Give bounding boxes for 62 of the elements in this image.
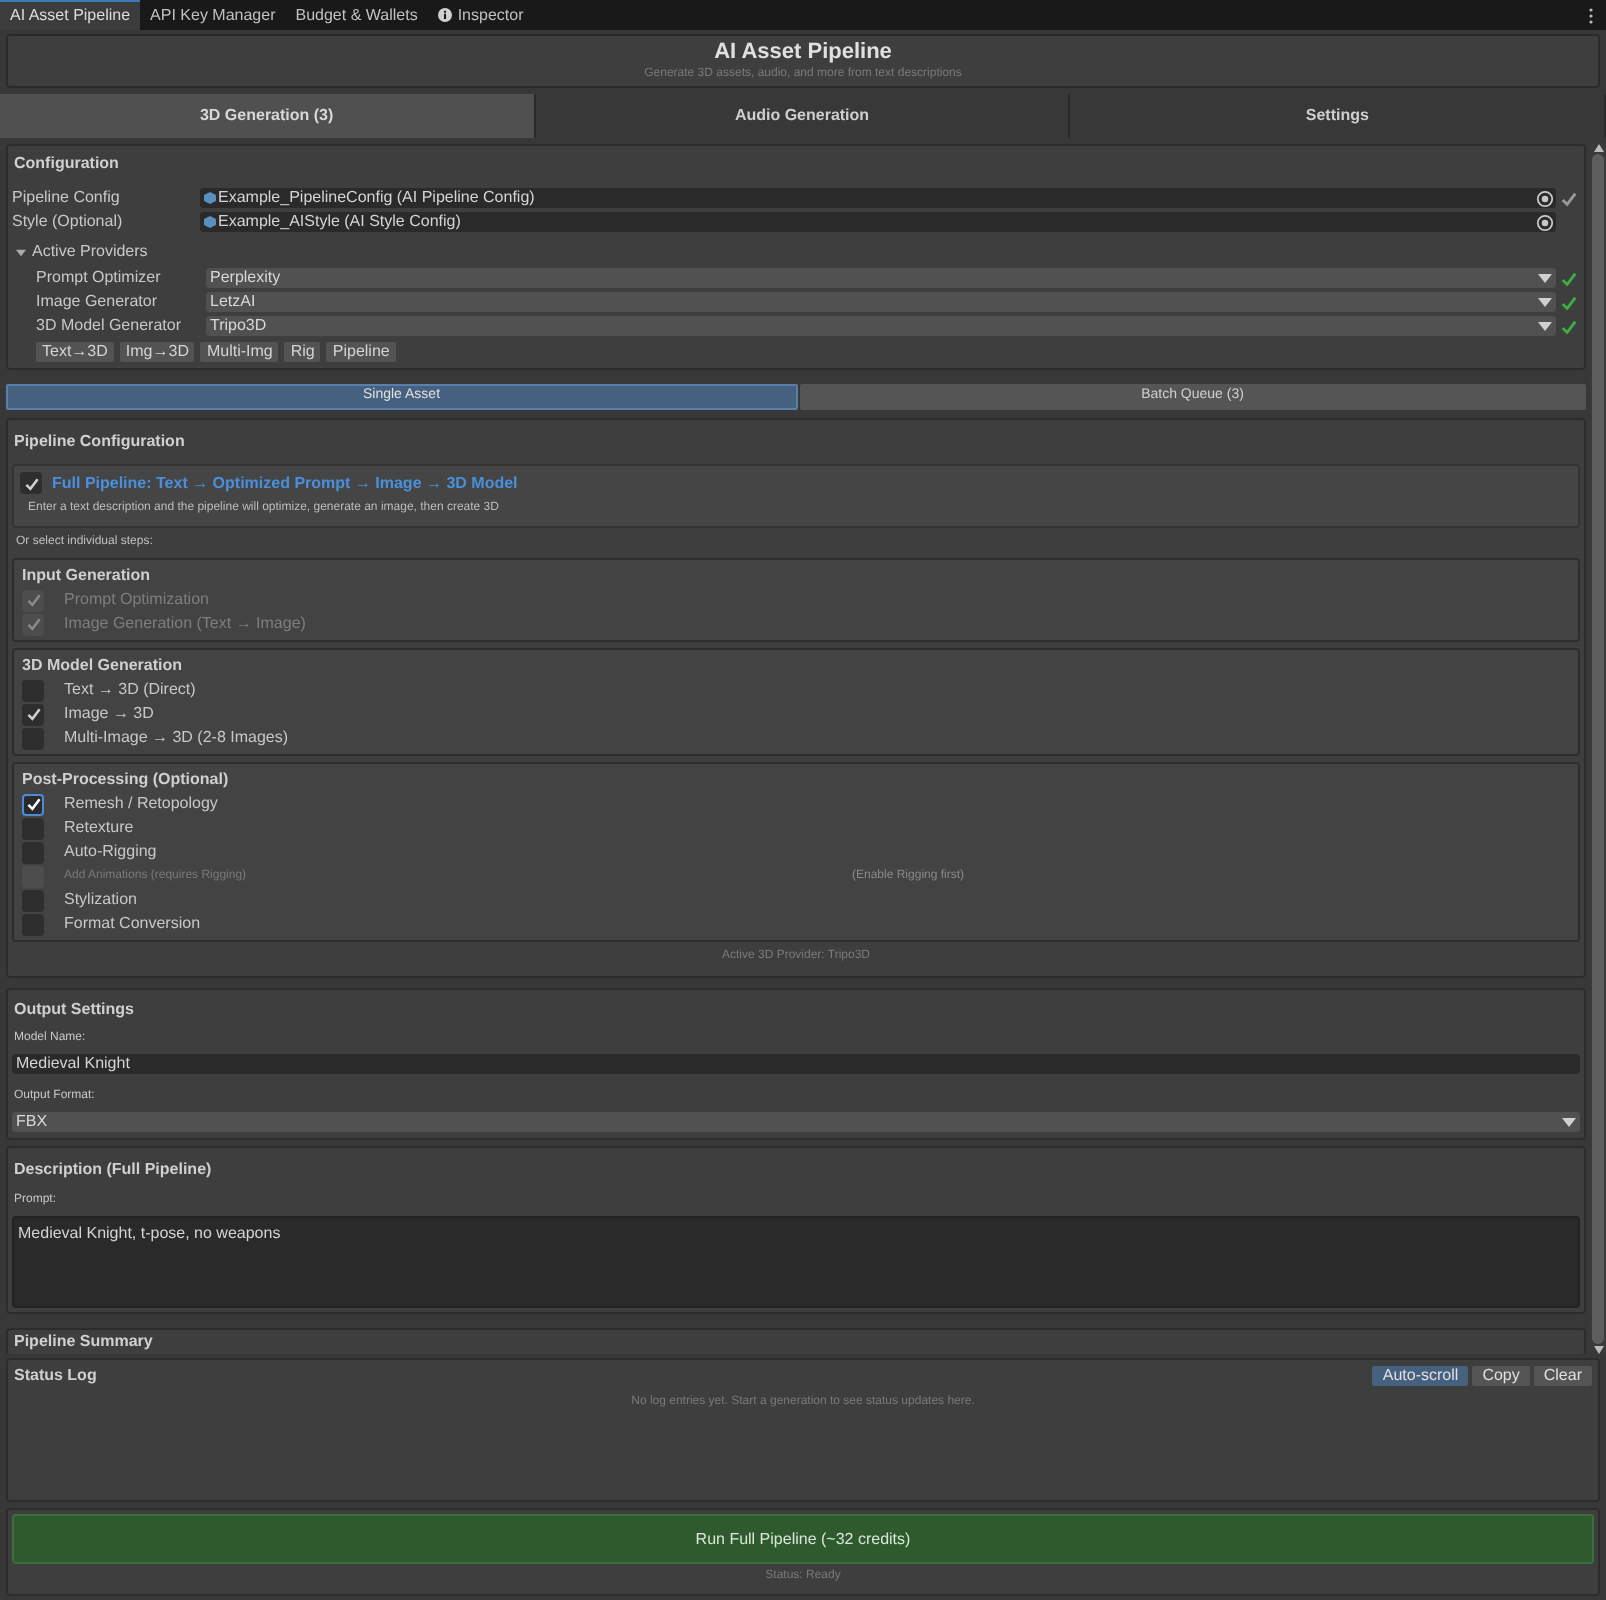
checkbox-label: Text → 3D (Direct) — [64, 678, 198, 702]
field-label: Pipeline Config — [12, 186, 122, 210]
capability-tag: Img→3D — [119, 342, 195, 362]
main-tab[interactable]: 3D Generation (3) — [0, 94, 536, 138]
section-title: Pipeline Summary — [14, 1330, 153, 1354]
main-tab[interactable]: Audio Generation — [535, 94, 1071, 138]
field-label: Prompt Optimizer — [36, 266, 163, 290]
dropdown[interactable]: LetzAI — [206, 292, 1556, 312]
checkbox[interactable] — [22, 793, 44, 815]
dropdown[interactable]: Tripo3D — [206, 316, 1556, 336]
field-label: 3D Model Generator — [36, 314, 183, 338]
checkbox[interactable] — [20, 472, 42, 494]
group-title: Post-Processing (Optional) — [22, 768, 231, 792]
checkbox-label: Retexture — [64, 816, 136, 840]
checkbox-label: Prompt Optimization — [64, 588, 211, 612]
checkbox-label: Multi-Image → 3D (2-8 Images) — [64, 726, 291, 750]
section-title: Configuration — [12, 152, 121, 176]
checkbox-label: Image → 3D — [64, 702, 156, 726]
field-value: Example_PipelineConfig (AI Pipeline Config) — [218, 186, 537, 210]
object-field[interactable]: Example_PipelineConfig (AI Pipeline Config) — [200, 188, 1556, 208]
checkbox-label: Auto-Rigging — [64, 840, 159, 864]
section-title: Status Log — [14, 1364, 97, 1388]
group-title: 3D Model Generation — [22, 654, 185, 678]
full-pipeline-label: Full Pipeline: Text → Optimized Prompt → Image → 3D Model — [52, 471, 518, 495]
checkbox[interactable] — [22, 889, 44, 911]
caret-icon — [1562, 1117, 1576, 1127]
field-value: Example_AIStyle (AI Style Config) — [218, 210, 463, 234]
section-title: Output Settings — [12, 998, 136, 1022]
prompt-field[interactable]: Medieval Knight, t-pose, no weapons — [12, 1216, 1580, 1308]
window-tab[interactable]: Inspector — [427, 0, 534, 30]
checkbox-label: Format Conversion — [64, 912, 203, 936]
disclosure-triangle-icon[interactable] — [16, 247, 26, 257]
foldout-label[interactable]: Active Providers — [32, 240, 148, 264]
field-label: Image Generator — [36, 290, 159, 314]
checkbox-label: Image Generation (Text → Image) — [64, 612, 308, 636]
section-title: Pipeline Configuration — [12, 430, 187, 454]
log-button[interactable]: Auto-scroll — [1372, 1366, 1469, 1386]
checkbox[interactable] — [22, 817, 44, 839]
window-tab[interactable]: AI Asset Pipeline — [0, 0, 141, 30]
checkbox-label: Remesh / Retopology — [64, 792, 220, 816]
section-title: Description (Full Pipeline) — [12, 1158, 214, 1182]
model-name-field[interactable]: Medieval Knight — [12, 1054, 1580, 1074]
more-icon[interactable] — [1588, 7, 1594, 23]
field-label: Style (Optional) — [12, 210, 125, 234]
log-button[interactable]: Clear — [1533, 1366, 1592, 1386]
capability-tag: Text→3D — [36, 342, 114, 362]
window-tab[interactable]: API Key Manager — [140, 0, 286, 30]
run-pipeline-button[interactable]: Run Full Pipeline (~32 credits) — [12, 1514, 1594, 1564]
capability-tag: Rig — [284, 342, 321, 362]
object-field[interactable]: Example_AIStyle (AI Style Config) — [200, 212, 1556, 232]
window-tab[interactable]: Budget & Wallets — [285, 0, 428, 30]
checkbox-label: Stylization — [64, 888, 139, 912]
format-dropdown[interactable]: FBX — [12, 1112, 1580, 1132]
dropdown[interactable]: Perplexity — [206, 268, 1556, 288]
log-button[interactable]: Copy — [1472, 1366, 1530, 1386]
group-title: Input Generation — [22, 564, 152, 588]
header-title: AI Asset Pipeline — [714, 39, 892, 65]
scrollbar[interactable] — [1590, 144, 1606, 1354]
checkbox[interactable] — [22, 841, 44, 863]
capability-tag: Pipeline — [326, 342, 396, 362]
checkbox[interactable] — [22, 703, 44, 725]
capability-tag: Multi-Img — [200, 342, 279, 362]
